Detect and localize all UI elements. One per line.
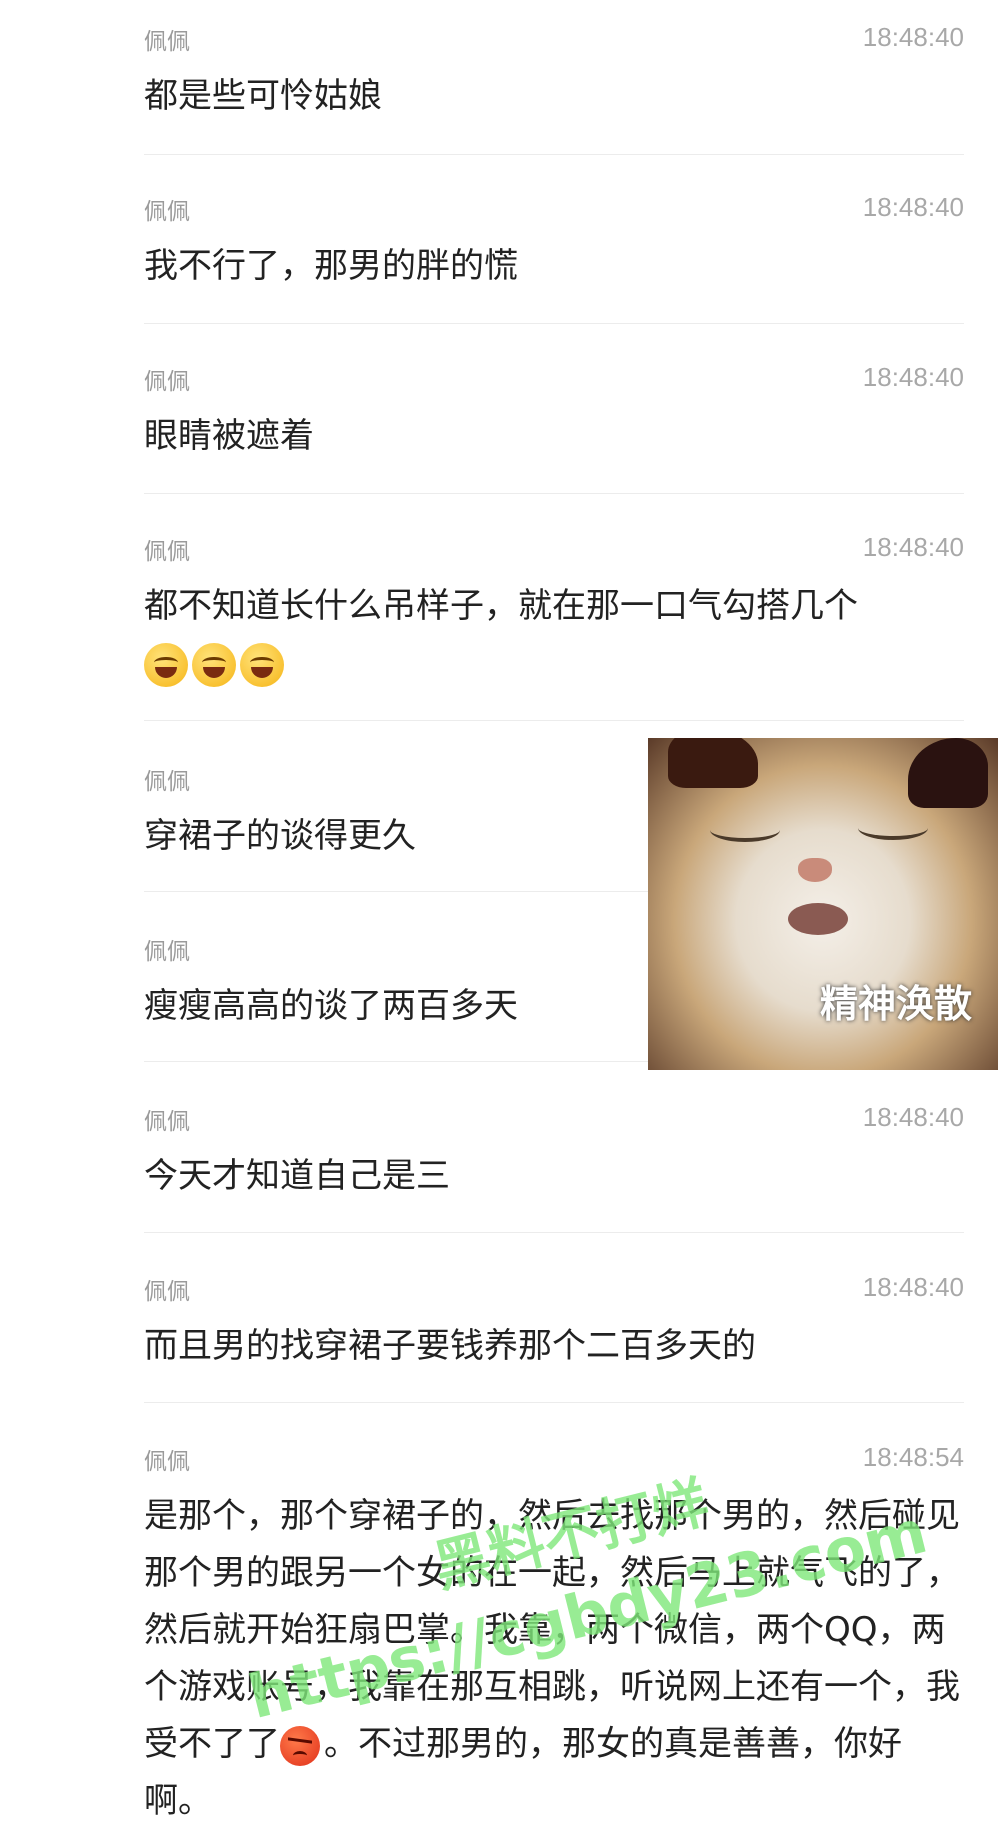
- divider: [144, 154, 964, 155]
- message-time: 18:48:40: [862, 192, 964, 222]
- divider: [144, 1402, 964, 1403]
- sticker-caption: 精神涣散: [819, 982, 972, 1026]
- message-text: 都不知道长什么吊样子，就在那一口气勾搭几个: [144, 578, 964, 692]
- angry-face-icon: [280, 1725, 320, 1766]
- divider: [144, 493, 964, 494]
- message-text-body: 都不知道长什么吊样子，就在那一口气勾搭几个: [144, 586, 858, 626]
- cat-sticker-image[interactable]: 精神涣散: [648, 738, 998, 1070]
- message-time: 18:48:40: [862, 532, 964, 562]
- message-item: 佩佩 18:48:54 是那个，那个穿裙子的，然后去找那个男的，然后碰见那个男的…: [144, 1442, 964, 1842]
- sender-name: 佩佩: [144, 1109, 190, 1135]
- cat-eye: [710, 818, 780, 842]
- message-text: 眼睛被遮着: [144, 416, 314, 456]
- message-time: 18:48:40: [862, 362, 964, 392]
- divider: [144, 323, 964, 324]
- message-time: 18:48:40: [862, 22, 964, 52]
- laughing-tears-icon: [192, 642, 236, 687]
- message-item: 佩佩 18:48:40 都不知道长什么吊样子，就在那一口气勾搭几个: [144, 532, 964, 692]
- message-item: 佩佩 18:48:40 我不行了，那男的胖的慌: [144, 192, 964, 292]
- sender-name: 佩佩: [144, 369, 190, 395]
- message-text: 都是些可怜姑娘: [144, 76, 382, 116]
- sender-name: 佩佩: [144, 539, 190, 565]
- cat-ear: [668, 738, 758, 788]
- cat-nose: [798, 858, 832, 882]
- cat-eye: [858, 816, 928, 840]
- message-item: 佩佩 18:48:40 都是些可怜姑娘: [144, 22, 964, 122]
- message-time: 18:48:40: [862, 1102, 964, 1132]
- divider: [144, 1232, 964, 1233]
- message-text: 我不行了，那男的胖的慌: [144, 246, 518, 286]
- cat-ear: [908, 738, 988, 808]
- sender-name: 佩佩: [144, 199, 190, 225]
- laughing-tears-icon: [240, 642, 284, 687]
- sender-name: 佩佩: [144, 29, 190, 55]
- divider: [144, 720, 964, 721]
- message-item: 佩佩 18:48:40 今天才知道自己是三: [144, 1102, 964, 1202]
- message-time: 18:48:40: [862, 1272, 964, 1302]
- cat-mouth: [788, 903, 848, 935]
- laughing-tears-icon: [144, 642, 188, 687]
- message-item: 佩佩 18:48:40 眼睛被遮着: [144, 362, 964, 462]
- sender-name: 佩佩: [144, 769, 190, 795]
- sender-name: 佩佩: [144, 1279, 190, 1305]
- sender-name: 佩佩: [144, 939, 190, 965]
- message-item: 佩佩 18:48:40 而且男的找穿裙子要钱养那个二百多天的: [144, 1272, 964, 1372]
- message-text: 而且男的找穿裙子要钱养那个二百多天的: [144, 1326, 756, 1366]
- message-text: 今天才知道自己是三: [144, 1156, 450, 1196]
- sender-name: 佩佩: [144, 1449, 190, 1475]
- message-time: 18:48:54: [862, 1442, 964, 1472]
- message-text: 是那个，那个穿裙子的，然后去找那个男的，然后碰见那个男的跟另一个女的在一起，然后…: [144, 1488, 964, 1830]
